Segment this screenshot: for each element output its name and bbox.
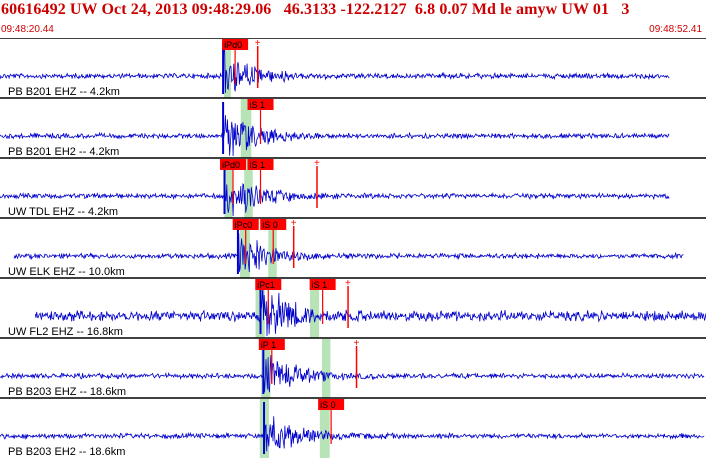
station-label: UW ELK EHZ -- 10.0km xyxy=(8,266,125,278)
trace-row[interactable]: iPd0 + PB B201 EHZ -- 4.2km xyxy=(0,38,706,98)
coda-plus: + xyxy=(345,278,351,289)
pick-label: iS 0 xyxy=(262,220,278,230)
waveform xyxy=(34,283,706,337)
pick-label: iPc0 xyxy=(235,220,253,230)
pick-label: iS 1 xyxy=(250,160,266,170)
station-label: PB B201 EH2 -- 4.2km xyxy=(8,146,119,158)
coda-plus: + xyxy=(314,158,320,169)
station-label: UW TDL EHZ -- 4.2km xyxy=(8,206,118,218)
trace-row[interactable]: iPd0 iS 1 + UW TDL EHZ -- 4.2km xyxy=(0,157,706,218)
pick-label: iPd0 xyxy=(224,40,242,50)
station-label: PB B203 EH2 -- 18.6km xyxy=(8,446,125,458)
event-header: 60616492 UW Oct 24, 2013 09:48:29.06 46.… xyxy=(0,0,706,38)
coda-plus: + xyxy=(354,338,360,349)
trace-row[interactable]: iPc1 iS 1 + UW FL2 EHZ -- 16.8km xyxy=(0,277,706,338)
pick-label: iS 1 xyxy=(250,100,266,110)
pick-window xyxy=(321,339,331,398)
pick-label: iP 1 xyxy=(261,340,276,350)
coda-plus: + xyxy=(291,218,297,229)
start-time-label: 09:48:20.44 xyxy=(1,24,54,35)
station-label: PB B203 EHZ -- 18.6km xyxy=(8,386,126,398)
pick-label: iS 1 xyxy=(312,280,328,290)
trace-row[interactable]: iPc0 iS 0 + UW ELK EHZ -- 10.0km xyxy=(0,217,706,278)
station-label: PB B201 EHZ -- 4.2km xyxy=(8,86,120,98)
pick-label: iPd0 xyxy=(222,160,240,170)
trace-row[interactable]: iS 1 PB B201 EH2 -- 4.2km xyxy=(0,97,706,158)
pick-label: iS 0 xyxy=(320,400,336,410)
event-title: 60616492 UW Oct 24, 2013 09:48:29.06 46.… xyxy=(1,1,630,18)
trace-row[interactable]: iP 1 + PB B203 EHZ -- 18.6km xyxy=(0,337,706,398)
pick-label: iPc1 xyxy=(257,280,275,290)
end-time-label: 09:48:52.41 xyxy=(649,24,702,35)
station-label: UW FL2 EHZ -- 16.8km xyxy=(8,326,123,338)
seismogram-panel[interactable]: iPd0 + PB B201 EHZ -- 4.2km iS 1 PB B201 EH2… xyxy=(0,38,706,458)
trace-row[interactable]: iS 0 PB B203 EH2 -- 18.6km xyxy=(0,397,706,458)
coda-plus: + xyxy=(255,38,261,49)
